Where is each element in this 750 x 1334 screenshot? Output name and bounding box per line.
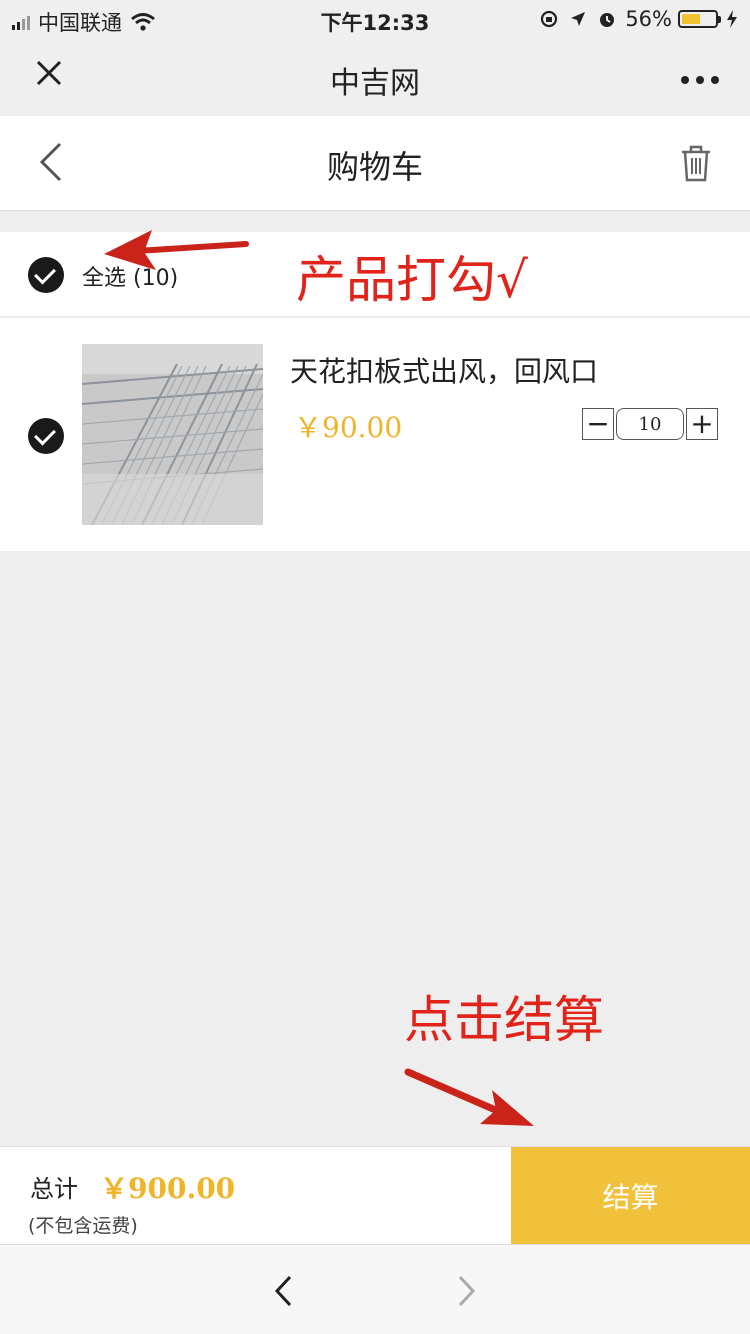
increment-button[interactable]: + — [686, 408, 718, 440]
page-title: 购物车 — [326, 148, 423, 186]
product-photo — [82, 344, 263, 525]
product-image[interactable] — [82, 344, 263, 525]
browser-toolbar — [0, 1244, 750, 1334]
select-all-checkbox[interactable] — [28, 257, 64, 293]
browser-forward-button[interactable] — [454, 1273, 478, 1313]
cart-item: 天花扣板式出风，回风口 ￥90.00 − + — [0, 318, 750, 551]
app-title: 中吉网 — [330, 66, 420, 101]
status-bar: 中国联通 下午12:33 56% — [0, 0, 750, 40]
annotation-checkout-hint: 点击结算 — [404, 991, 604, 1049]
chevron-left-icon — [274, 1275, 292, 1307]
product-price: ￥90.00 — [294, 411, 403, 444]
battery-percent: 56% — [625, 7, 672, 31]
quantity-input[interactable] — [616, 408, 684, 440]
annotation-arrow-select — [104, 230, 249, 270]
battery-icon — [678, 10, 721, 28]
page-navbar: 购物车 — [0, 116, 750, 211]
location-icon — [571, 12, 586, 26]
charging-icon — [727, 10, 737, 28]
decrement-button[interactable]: − — [582, 408, 614, 440]
total-value: ￥900.00 — [100, 1172, 236, 1205]
checkout-button[interactable]: 结算 — [511, 1147, 750, 1245]
lock-rotation-icon — [541, 10, 558, 28]
alarm-icon — [600, 13, 615, 27]
status-right: 56% — [539, 7, 738, 31]
chevron-right-icon — [458, 1275, 476, 1307]
shipping-note: (不包含运费) — [28, 1215, 138, 1237]
product-name[interactable]: 天花扣板式出风，回风口 — [290, 350, 598, 390]
more-menu-button[interactable] — [680, 54, 720, 94]
item-checkbox[interactable] — [28, 418, 64, 454]
trash-icon — [682, 145, 710, 182]
delete-button[interactable] — [680, 144, 712, 186]
wechat-header: 中吉网 — [0, 40, 750, 116]
more-icon — [681, 76, 719, 84]
annotation-arrow-checkout — [404, 1068, 534, 1126]
annotation-select-hint: 产品打勾√ — [296, 251, 528, 309]
quantity-stepper: − + — [582, 408, 718, 440]
cart-footer: 总计 ￥900.00 (不包含运费) 结算 — [0, 1146, 750, 1245]
total-label: 总计 — [30, 1175, 78, 1203]
browser-back-button[interactable] — [272, 1273, 296, 1313]
